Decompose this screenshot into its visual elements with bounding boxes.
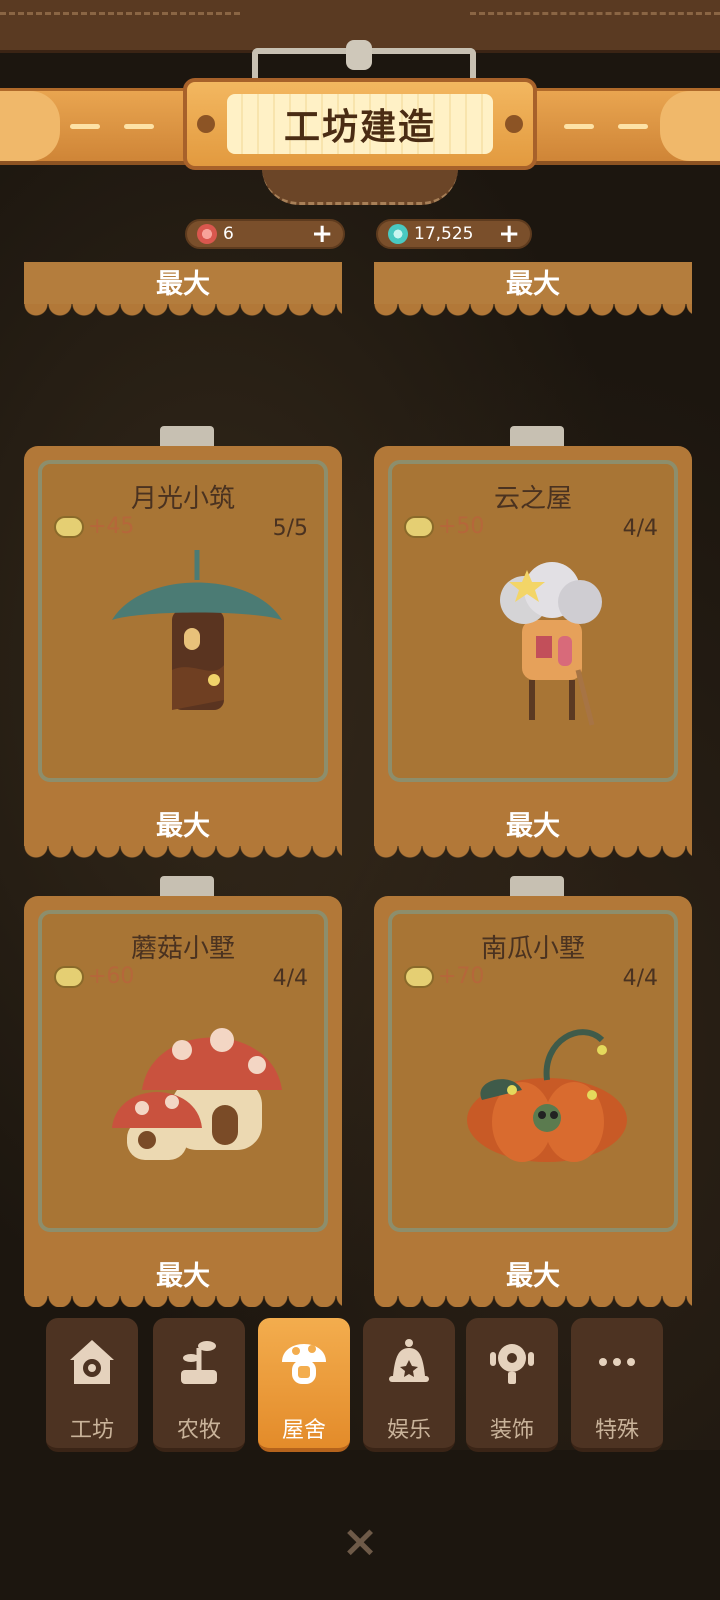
- flower-ornament-icon: [490, 1344, 534, 1384]
- card-level: 4/4: [272, 966, 308, 991]
- card-level: 4/4: [622, 966, 658, 991]
- page-title: 工坊建造: [283, 107, 436, 148]
- workshop-gear-icon: [70, 1340, 114, 1384]
- coin-icon: [404, 965, 434, 988]
- card-income: +45: [54, 514, 134, 539]
- flower-token-icon: [197, 224, 217, 244]
- card-income: +60: [54, 964, 134, 989]
- add-flower-button[interactable]: +: [311, 221, 333, 247]
- tab-special[interactable]: 特殊: [571, 1318, 663, 1452]
- currency-flower-value: 6: [223, 224, 234, 244]
- pumpkin-house-image: [467, 1029, 627, 1162]
- more-dots-icon: [599, 1358, 635, 1366]
- card-status: 最大: [506, 811, 560, 842]
- currency-gem-value: 17,525: [414, 224, 474, 244]
- card-name: 南瓜小墅: [480, 934, 585, 964]
- currency-gem: 17,525 +: [376, 219, 532, 249]
- category-tabs: 工坊 农牧 屋舍 娱乐 装饰 特殊: [46, 1318, 674, 1452]
- card-level: 5/5: [272, 516, 308, 541]
- tab-label: 屋舍: [281, 1418, 326, 1443]
- tab-label: 装饰: [489, 1418, 534, 1443]
- title-plate: 工坊建造: [183, 78, 537, 170]
- tab-label: 工坊: [69, 1418, 114, 1443]
- coin-icon: [54, 515, 84, 538]
- mushroom-house-image: [112, 1028, 282, 1160]
- card-status: 最大: [156, 269, 210, 300]
- coin-icon: [404, 515, 434, 538]
- tab-workshop[interactable]: 工坊: [46, 1318, 138, 1452]
- currency-flower: 6 +: [185, 219, 345, 249]
- title-plate-bottom: [262, 168, 458, 205]
- card-level: 4/4: [622, 516, 658, 541]
- tab-entertainment[interactable]: 娱乐: [363, 1318, 455, 1452]
- card-status: 最大: [506, 1261, 560, 1292]
- income-value: +70: [438, 964, 485, 989]
- tab-label: 农牧: [176, 1418, 221, 1443]
- tab-houses[interactable]: 屋舍: [258, 1318, 350, 1452]
- sprout-icon: [181, 1341, 217, 1384]
- income-value: +60: [88, 964, 135, 989]
- hanger-knob: [346, 40, 372, 70]
- star-gem-icon: [388, 224, 408, 244]
- card-name: 云之屋: [493, 484, 572, 514]
- tab-label: 娱乐: [386, 1418, 431, 1443]
- card-income: +70: [404, 964, 484, 989]
- income-value: +50: [438, 514, 485, 539]
- tab-label: 特殊: [594, 1418, 639, 1443]
- bell-icon: [389, 1339, 429, 1382]
- income-value: +45: [88, 514, 135, 539]
- bolt-icon: [197, 115, 215, 133]
- close-button[interactable]: ×: [340, 1520, 380, 1564]
- card-name: 月光小筑: [130, 484, 235, 514]
- card-income: +50: [404, 514, 484, 539]
- card-status: 最大: [506, 269, 560, 300]
- building-grid: 最大 最大 月光小筑 +45 5/5 最大 云之屋 +50 4/4 最大 蘑菇小…: [0, 262, 720, 1307]
- tab-decoration[interactable]: 装饰: [466, 1318, 558, 1452]
- bolt-icon: [505, 115, 523, 133]
- card-name: 蘑菇小墅: [130, 934, 235, 964]
- cloud-house-image: [500, 562, 602, 726]
- card-status: 最大: [156, 1261, 210, 1292]
- coin-icon: [54, 965, 84, 988]
- mushroom-house-icon: [282, 1344, 326, 1384]
- tab-farming[interactable]: 农牧: [153, 1318, 245, 1452]
- leaf-roof-tree-house-image: [112, 550, 282, 710]
- card-status: 最大: [156, 811, 210, 842]
- add-gem-button[interactable]: +: [498, 221, 520, 247]
